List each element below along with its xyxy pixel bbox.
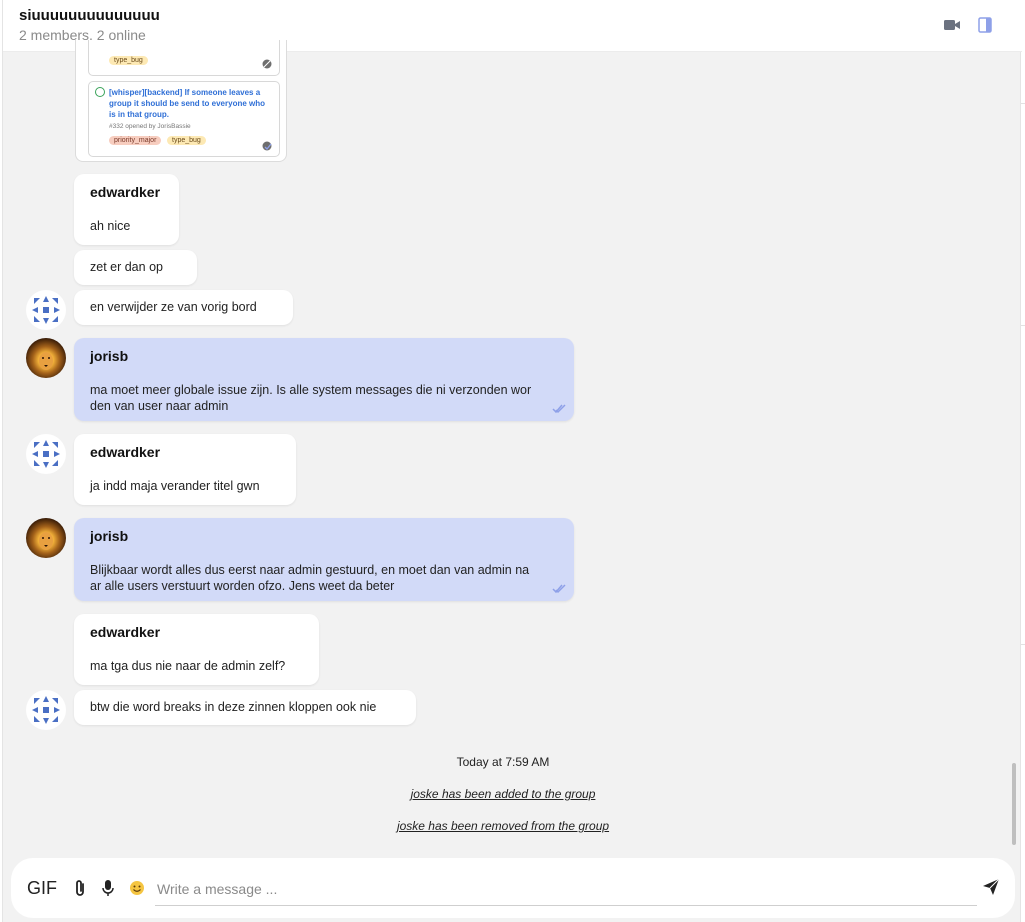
- message-text: den van user naar admin: [90, 399, 229, 413]
- message-bubble[interactable]: edwardker ja indd maja verander titel gw…: [74, 434, 296, 505]
- panel-divider: [1021, 325, 1025, 326]
- issue-title-link[interactable]: [whisper][backend] If someone leaves a g…: [109, 87, 269, 120]
- message-input[interactable]: [155, 872, 977, 906]
- user-avatar[interactable]: [26, 518, 66, 558]
- message-author[interactable]: jorisb: [90, 528, 128, 544]
- gif-button[interactable]: GIF: [27, 878, 57, 899]
- message-composer: GIF: [11, 858, 1015, 918]
- user-avatar[interactable]: [26, 434, 66, 474]
- github-icon: [262, 141, 272, 151]
- message-text: ma tga dus nie naar de admin zelf?: [90, 659, 286, 673]
- message-bubble[interactable]: edwardker ma tga dus nie naar de admin z…: [74, 614, 319, 685]
- issue-card[interactable]: [whisper][backend] If someone leaves a g…: [88, 81, 280, 157]
- video-camera-icon[interactable]: [943, 17, 961, 33]
- identicon-icon: [32, 296, 60, 324]
- issue-meta: #332 opened by JorisBassie: [109, 123, 191, 130]
- identicon-icon: [32, 440, 60, 468]
- system-message[interactable]: joske has been removed from the group: [3, 819, 1003, 833]
- message-bubble[interactable]: jorisb ma moet meer globale issue zijn. …: [74, 338, 574, 421]
- chat-window: siuuuuuuuuuuuuuu 2 members, 2 online typ…: [2, 0, 1022, 922]
- message-text: ar alle users verstuurt worden ofzo. Jen…: [90, 579, 395, 593]
- issue-card[interactable]: type_bug: [88, 40, 280, 76]
- message-bubble[interactable]: en verwijder ze van vorig bord: [74, 290, 293, 325]
- paperclip-icon[interactable]: [73, 879, 89, 897]
- issue-label: priority_major: [109, 136, 162, 145]
- scrollbar-thumb[interactable]: [1012, 763, 1016, 845]
- message-text: btw die word breaks in deze zinnen klopp…: [90, 700, 377, 714]
- date-separator: Today at 7:59 AM: [456, 755, 550, 769]
- chat-title[interactable]: siuuuuuuuuuuuuuu: [19, 7, 160, 24]
- microphone-icon[interactable]: [100, 879, 116, 897]
- message-bubble[interactable]: zet er dan op: [74, 250, 197, 285]
- read-receipt-icon: [552, 584, 566, 594]
- github-icon: [262, 59, 272, 69]
- panel-divider: [1021, 644, 1025, 645]
- github-issues-embed: type_bug [whisper][backend] If someone l…: [75, 40, 287, 162]
- lion-avatar-icon: [39, 532, 53, 550]
- message-bubble[interactable]: edwardker ah nice: [74, 174, 179, 245]
- system-message[interactable]: joske has been added to the group: [3, 787, 1003, 801]
- message-text: ja indd maja verander titel gwn: [90, 479, 260, 493]
- read-receipt-icon: [552, 404, 566, 414]
- message-bubble[interactable]: btw die word breaks in deze zinnen klopp…: [74, 690, 416, 725]
- send-icon[interactable]: [982, 878, 1000, 896]
- message-text: en verwijder ze van vorig bord: [90, 300, 257, 314]
- issue-label: type_bug: [109, 56, 148, 65]
- message-author[interactable]: edwardker: [90, 624, 160, 640]
- message-text: ma moet meer globale issue zijn. Is alle…: [90, 383, 532, 397]
- issue-open-icon: [95, 87, 105, 97]
- message-text: Blijkbaar wordt alles dus eerst naar adm…: [90, 563, 530, 577]
- message-author[interactable]: edwardker: [90, 444, 160, 460]
- user-avatar[interactable]: [26, 290, 66, 330]
- side-panel-icon[interactable]: [976, 17, 994, 33]
- identicon-icon: [32, 696, 60, 724]
- emoji-icon[interactable]: [129, 879, 145, 897]
- issue-label: type_bug: [167, 136, 206, 145]
- panel-divider: [1021, 103, 1025, 104]
- message-author[interactable]: edwardker: [90, 184, 160, 200]
- user-avatar[interactable]: [26, 338, 66, 378]
- message-text: zet er dan op: [90, 260, 163, 274]
- lion-avatar-icon: [39, 352, 53, 370]
- message-bubble[interactable]: jorisb Blijkbaar wordt alles dus eerst n…: [74, 518, 574, 601]
- user-avatar[interactable]: [26, 690, 66, 730]
- message-text: ah nice: [90, 219, 131, 233]
- message-author[interactable]: jorisb: [90, 348, 128, 364]
